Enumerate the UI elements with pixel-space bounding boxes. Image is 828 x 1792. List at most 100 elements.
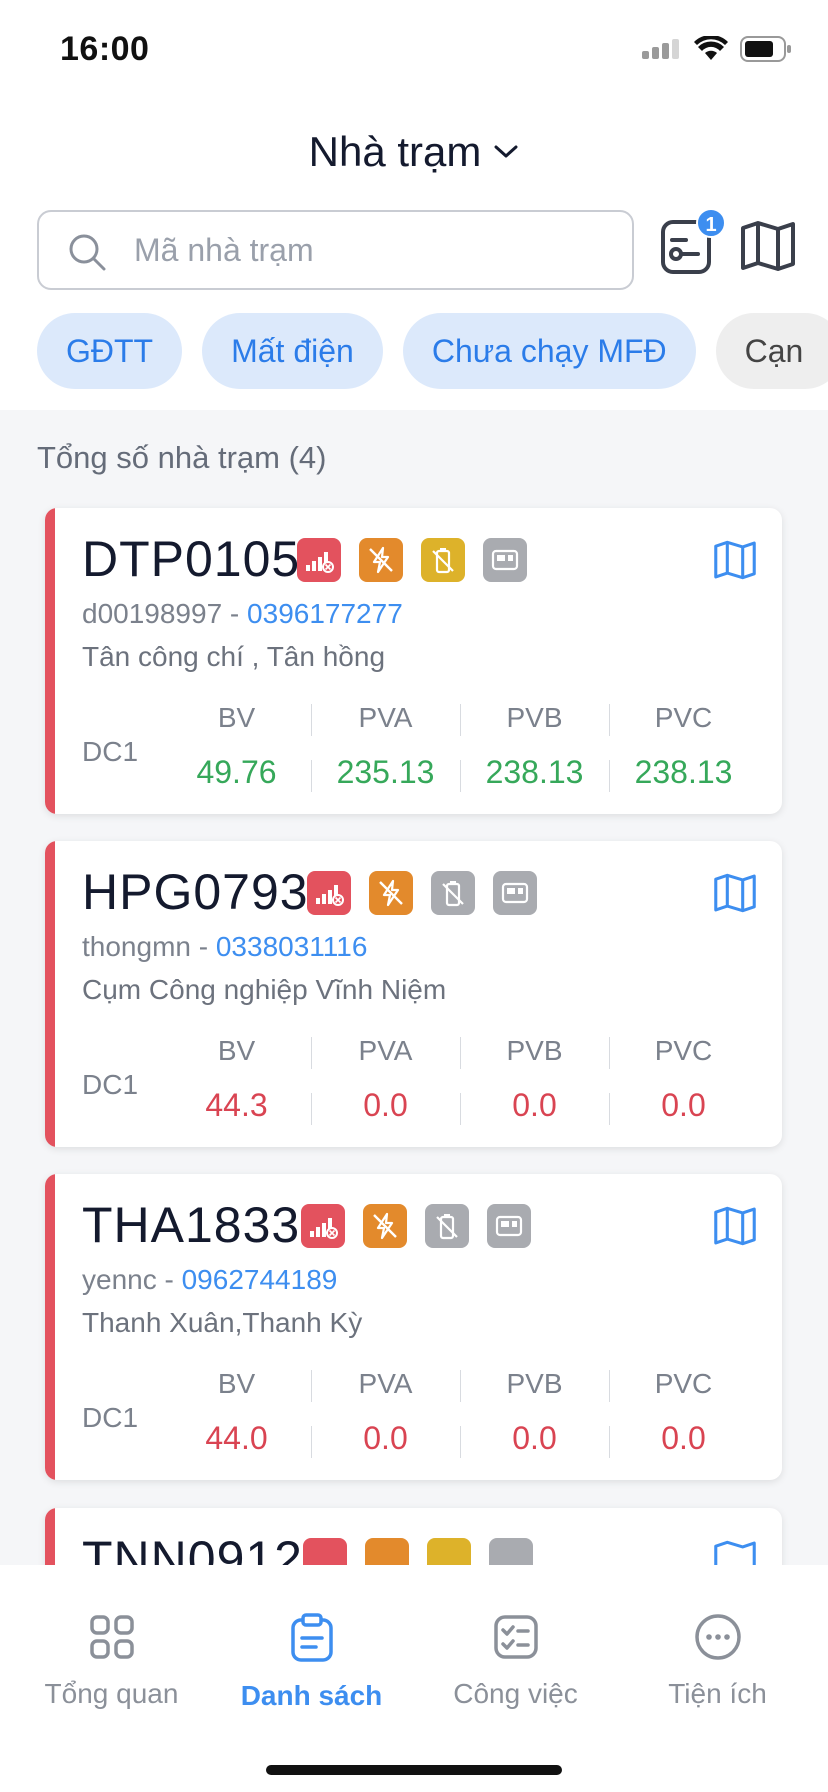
station-address: Tân công chí , Tân hồng <box>82 641 386 672</box>
alert-bar <box>45 1174 55 1480</box>
col-header: PVB <box>506 1368 563 1399</box>
generator-icon <box>487 1204 531 1248</box>
value-pvc: 0.0 <box>661 1087 706 1123</box>
col-pvb: PVB 238.13 <box>460 698 609 792</box>
col-header: PVB <box>506 1035 563 1066</box>
tab-label: Công việc <box>453 1678 578 1709</box>
value-pva: 0.0 <box>363 1087 408 1123</box>
map-view-button[interactable] <box>740 220 804 280</box>
value-pva: 235.13 <box>336 754 435 790</box>
map-icon[interactable] <box>712 1206 758 1246</box>
alert-bar <box>45 508 55 814</box>
power-off-icon <box>359 538 403 582</box>
header: Nhà trạm Mã nhà trạm 1 GĐTT Mất điện Chư… <box>0 100 828 410</box>
bottom-tab-bar: Tổng quan Danh sách Công việc Tiện ích <box>0 1565 828 1792</box>
col-pvc: PVC 0.0 <box>609 1364 758 1458</box>
tab-cong-viec[interactable]: Công việc <box>412 1613 619 1710</box>
status-icons <box>301 1204 531 1248</box>
col-header: PVC <box>654 1368 713 1399</box>
phone-link[interactable]: 0396177277 <box>247 598 403 629</box>
map-icon[interactable] <box>712 540 758 580</box>
home-indicator[interactable] <box>266 1765 562 1775</box>
dc-label: DC1 <box>82 736 139 767</box>
wifi-icon <box>694 36 728 60</box>
value-bv: 44.0 <box>205 1420 268 1456</box>
generator-icon <box>483 538 527 582</box>
search-box[interactable]: Mã nhà trạm <box>37 210 634 290</box>
tab-tien-ich[interactable]: Tiện ích <box>614 1613 821 1710</box>
station-address: Thanh Xuân,Thanh Kỳ <box>82 1307 363 1338</box>
col-header: PVC <box>654 702 713 733</box>
battery-off-icon <box>431 871 475 915</box>
map-icon <box>741 221 795 271</box>
phone-link[interactable]: 0962744189 <box>182 1264 338 1295</box>
chip-gdtt[interactable]: GĐTT <box>37 313 183 389</box>
more-icon <box>694 1614 741 1660</box>
col-bv: BV 44.3 <box>162 1031 311 1123</box>
search-input[interactable]: Mã nhà trạm <box>134 232 314 269</box>
station-code: HPG0793 <box>82 864 309 920</box>
station-contact: yennc - 0962744189 <box>82 1264 337 1296</box>
status-bar: 16:00 <box>0 0 828 100</box>
battery-off-icon <box>421 538 465 582</box>
station-card[interactable]: THA1833 yennc - 0962744189 Thanh Xuân,Th… <box>45 1174 782 1480</box>
value-bv: 44.3 <box>205 1087 268 1123</box>
battery-icon <box>740 36 791 62</box>
measurement-columns: BV 49.76 PVA 235.13 PVB 238.13 PVC 238.13 <box>162 698 758 792</box>
map-icon[interactable] <box>712 873 758 913</box>
search-icon <box>69 234 106 271</box>
col-pva: PVA 0.0 <box>311 1031 460 1125</box>
station-type-selector[interactable]: Nhà trạm <box>0 128 828 176</box>
tab-label: Tổng quan <box>44 1678 179 1709</box>
measurement-columns: BV 44.3 PVA 0.0 PVB 0.0 PVC 0.0 <box>162 1031 758 1125</box>
clipboard-icon <box>290 1613 333 1662</box>
tab-danh-sach[interactable]: Danh sách <box>208 1613 415 1712</box>
filter-count-badge: 1 <box>696 208 726 238</box>
station-count: Tổng số nhà trạm (4) <box>37 440 327 475</box>
col-header: BV <box>217 702 256 733</box>
station-code: THA1833 <box>82 1197 301 1253</box>
station-card[interactable]: HPG0793 thongmn - 0338031116 Cụm Công ng… <box>45 841 782 1147</box>
col-pva: PVA 0.0 <box>311 1364 460 1458</box>
station-code: DTP0105 <box>82 531 301 587</box>
col-pva: PVA 235.13 <box>311 698 460 792</box>
tab-label: Danh sách <box>240 1680 383 1711</box>
col-bv: BV 49.76 <box>162 698 311 790</box>
station-card[interactable]: DTP0105 d00198997 - 0396177277 Tân công … <box>45 508 782 814</box>
tab-tong-quan[interactable]: Tổng quan <box>8 1613 215 1710</box>
dc-label: DC1 <box>82 1402 139 1433</box>
chip-chua-chay-mfd[interactable]: Chưa chạy MFĐ <box>402 313 696 389</box>
signal-lost-icon <box>297 538 341 582</box>
signal-lost-icon <box>301 1204 345 1248</box>
value-pvb: 238.13 <box>485 754 584 790</box>
station-contact: thongmn - 0338031116 <box>82 931 367 963</box>
chip-mat-dien[interactable]: Mất điện <box>202 313 383 389</box>
col-header: BV <box>217 1368 256 1399</box>
value-bv: 49.76 <box>196 754 277 790</box>
checklist-icon <box>493 1615 538 1659</box>
value-pvb: 0.0 <box>512 1087 557 1123</box>
value-pvc: 0.0 <box>661 1420 706 1456</box>
dc-label: DC1 <box>82 1069 139 1100</box>
battery-off-icon <box>425 1204 469 1248</box>
chip-can[interactable]: Cạn <box>715 313 828 389</box>
status-time: 16:00 <box>60 30 150 68</box>
col-header: BV <box>217 1035 256 1066</box>
manager-username: thongmn - <box>82 931 216 962</box>
filter-button[interactable]: 1 <box>660 208 726 284</box>
generator-icon <box>493 871 537 915</box>
grid-icon <box>89 1615 134 1659</box>
filter-chips: GĐTT Mất điện Chưa chạy MFĐ Cạn <box>37 313 828 389</box>
tab-label: Tiện ích <box>668 1678 767 1709</box>
col-header: PVA <box>358 1368 413 1399</box>
col-header: PVB <box>506 702 563 733</box>
value-pvc: 238.13 <box>634 754 733 790</box>
signal-lost-icon <box>307 871 351 915</box>
power-off-icon <box>363 1204 407 1248</box>
manager-username: yennc - <box>82 1264 182 1295</box>
cellular-signal-icon <box>642 39 679 59</box>
status-icons <box>307 871 537 915</box>
station-address: Cụm Công nghiệp Vĩnh Niệm <box>82 974 447 1005</box>
col-bv: BV 44.0 <box>162 1364 311 1456</box>
phone-link[interactable]: 0338031116 <box>216 931 368 962</box>
